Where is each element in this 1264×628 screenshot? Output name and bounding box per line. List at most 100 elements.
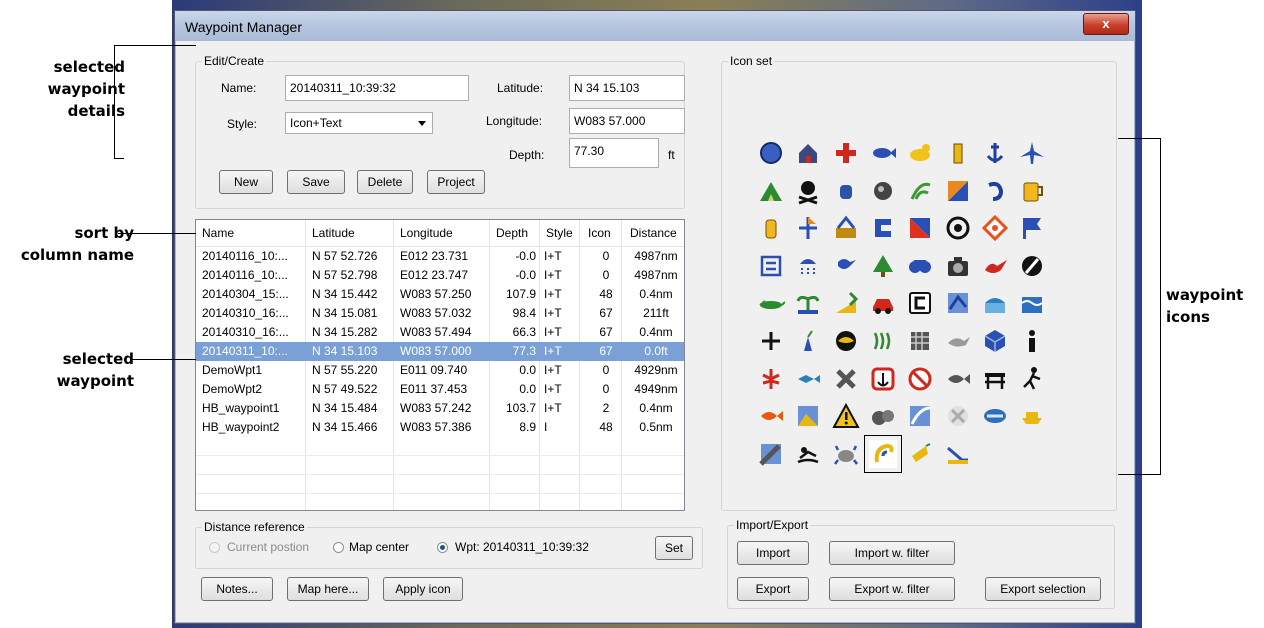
diagonal-marker-icon[interactable] (906, 214, 934, 242)
map-center-radio[interactable] (333, 542, 344, 553)
column-header-distance[interactable]: Distance (630, 226, 677, 240)
marker-c-icon[interactable] (869, 214, 897, 242)
binoculars-icon[interactable] (906, 252, 934, 280)
small-fish-icon[interactable] (794, 365, 822, 393)
table-row[interactable]: 20140116_10:... N 57 52.798 E012 23.747 -0.… (196, 266, 684, 285)
column-header-name[interactable]: Name (202, 226, 234, 240)
current-position-radio[interactable] (209, 542, 220, 553)
diver-icon[interactable] (981, 252, 1009, 280)
weed-icon[interactable] (906, 177, 934, 205)
column-header-icon[interactable]: Icon (588, 226, 611, 240)
boat-icon[interactable] (1018, 402, 1046, 430)
export-button[interactable]: Export (737, 577, 809, 601)
house-icon[interactable] (794, 139, 822, 167)
flag-icon[interactable] (1018, 214, 1046, 242)
fish-gray-icon[interactable] (944, 365, 972, 393)
warning-icon[interactable] (831, 402, 860, 430)
column-header-style[interactable]: Style (546, 226, 573, 240)
water-icon[interactable] (1018, 289, 1046, 317)
swamp-icon[interactable] (794, 402, 822, 430)
reef-icon[interactable] (981, 402, 1009, 430)
hiker-icon[interactable] (1018, 365, 1046, 393)
diamond-icon[interactable] (981, 214, 1009, 242)
buoy-icon[interactable] (794, 214, 822, 242)
reeds-icon[interactable] (869, 327, 897, 355)
table-row[interactable]: 20140311_10:... N 34 15.103 W083 57.000 77.… (196, 342, 684, 361)
depth-input[interactable]: 77.30 (569, 138, 659, 168)
flag-diagonal-icon[interactable] (944, 177, 972, 205)
table-row[interactable]: 20140310_16:... N 34 15.282 W083 57.494 66.… (196, 323, 684, 342)
rain-icon[interactable] (794, 252, 822, 280)
table-row[interactable]: DemoWpt2 N 57 49.522 E011 37.453 0.0 I+T 0 494… (196, 380, 684, 399)
style-dropdown[interactable]: Icon+Text (285, 112, 433, 134)
dock-icon[interactable] (832, 214, 860, 242)
longitude-input[interactable]: W083 57.000 (569, 108, 685, 134)
title-bar[interactable]: Waypoint Manager x (175, 11, 1135, 41)
import-filter-button[interactable]: Import w. filter (829, 541, 955, 565)
lobster-icon[interactable] (757, 365, 785, 393)
beer-mug-icon[interactable] (1018, 177, 1046, 205)
table-row[interactable]: 20140116_10:... N 57 52.726 E012 23.731 -0.… (196, 247, 684, 266)
tree-icon[interactable] (869, 252, 897, 280)
list-icon[interactable] (757, 252, 785, 280)
import-button[interactable]: Import (737, 541, 809, 565)
no-anchor-icon[interactable] (869, 365, 897, 393)
table-row[interactable]: DemoWpt1 N 57 55.220 E011 09.740 0.0 I+T 0 492… (196, 361, 684, 380)
column-header-latitude[interactable]: Latitude (312, 226, 355, 240)
export-selection-button[interactable]: Export selection (985, 577, 1101, 601)
gator-icon[interactable] (757, 289, 786, 317)
gravel-icon[interactable] (906, 327, 934, 355)
dolphin-icon[interactable] (906, 402, 934, 430)
shellfish-icon[interactable] (944, 402, 972, 430)
apply-icon-button[interactable]: Apply icon (383, 577, 463, 601)
latitude-input[interactable]: N 34 15.103 (569, 75, 685, 101)
bird-icon[interactable] (832, 252, 860, 280)
anchor-icon[interactable] (981, 139, 1009, 167)
palm-icon[interactable] (794, 289, 822, 317)
rock-icon[interactable] (869, 177, 897, 205)
slope-icon[interactable] (944, 440, 972, 468)
no-fishing-icon[interactable] (906, 365, 934, 393)
column-header-depth[interactable]: Depth (496, 226, 528, 240)
red-cross-icon[interactable] (832, 139, 860, 167)
close-button[interactable]: x (1083, 13, 1129, 35)
bridge-icon[interactable] (981, 289, 1009, 317)
column-header-longitude[interactable]: Longitude (400, 226, 453, 240)
export-filter-button[interactable]: Export w. filter (829, 577, 955, 601)
notes-button[interactable]: Notes... (201, 577, 273, 601)
eye-icon[interactable] (832, 327, 860, 355)
swimmer-icon[interactable] (794, 440, 822, 468)
x-marker-icon[interactable] (832, 365, 860, 393)
target-icon[interactable] (944, 214, 972, 242)
boulders-icon[interactable] (869, 402, 897, 430)
cube-icon[interactable] (981, 327, 1009, 355)
car-icon[interactable] (869, 289, 897, 317)
no-entry-icon[interactable] (1018, 252, 1046, 280)
table-row[interactable]: 20140304_15:... N 34 15.442 W083 57.250 107… (196, 285, 684, 304)
gun-icon[interactable] (757, 440, 785, 468)
circle-icon[interactable] (757, 139, 785, 167)
mailbox-icon[interactable] (832, 177, 860, 205)
set-button[interactable]: Set (655, 536, 693, 560)
camera-icon[interactable] (944, 252, 972, 280)
campsite-icon[interactable] (757, 177, 785, 205)
shrimp-icon[interactable] (906, 440, 934, 468)
table-row[interactable]: HB_waypoint1 N 34 15.484 W083 57.242 103.7 I… (196, 399, 684, 418)
info-icon[interactable] (1018, 327, 1046, 355)
name-input[interactable]: 20140311_10:39:32 (285, 75, 469, 101)
delete-button[interactable]: Delete (357, 170, 413, 194)
bottle-icon[interactable] (757, 214, 785, 242)
project-button[interactable]: Project (427, 170, 485, 194)
waypoint-list[interactable]: Name Latitude Longitude Depth Style Icon… (195, 219, 685, 511)
crab-icon[interactable] (832, 440, 860, 468)
lighthouse-icon[interactable] (944, 139, 972, 167)
cross-hair-icon[interactable] (757, 327, 785, 355)
ramp-icon[interactable] (832, 289, 860, 317)
table-row[interactable]: 20140310_16:... N 34 15.081 W083 57.032 98.… (196, 304, 684, 323)
wpt-radio[interactable] (437, 542, 448, 553)
duck-icon[interactable] (906, 139, 934, 167)
table-icon[interactable] (981, 365, 1009, 393)
airplane-icon[interactable] (1018, 139, 1046, 167)
c-sign-icon[interactable] (906, 289, 934, 317)
rope-hook-icon[interactable] (863, 434, 902, 473)
